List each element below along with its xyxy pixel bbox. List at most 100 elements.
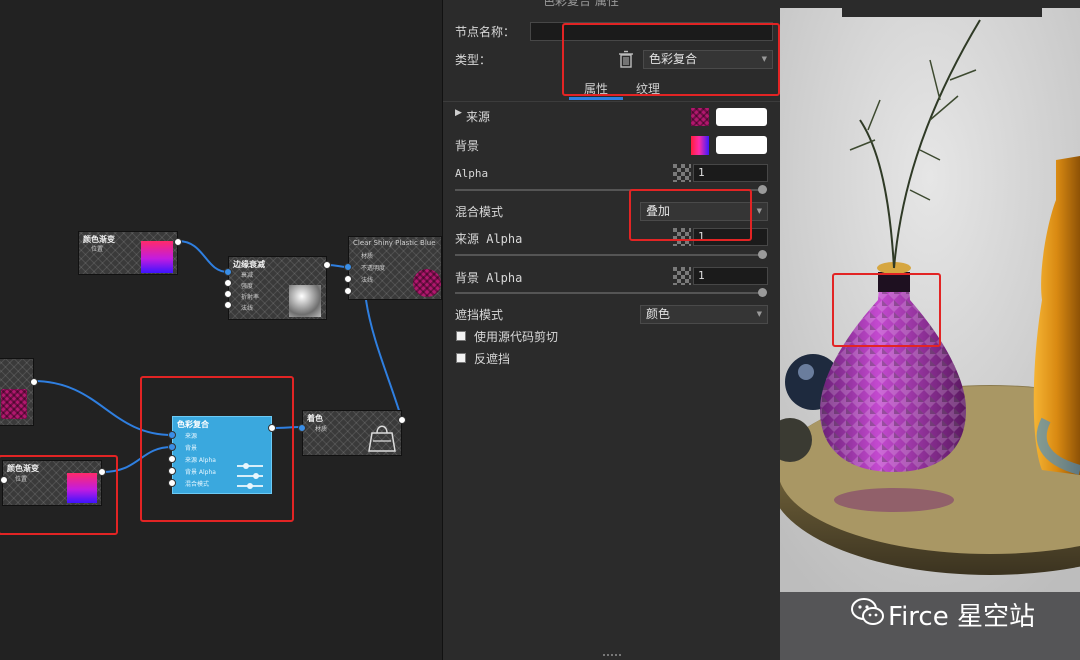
source-alpha-slider-handle[interactable]: [758, 250, 767, 259]
node-name-label: 节点名称：: [455, 25, 516, 39]
trash-icon[interactable]: [617, 50, 635, 68]
mask-mode-value: 颜色: [646, 307, 671, 321]
source-color-swatch[interactable]: [716, 108, 767, 126]
node-port-label: 背景: [185, 445, 198, 452]
node-port-label: 材质: [315, 426, 328, 433]
input-port[interactable]: [344, 263, 352, 271]
mask-mode-dropdown[interactable]: 颜色 ▼: [640, 305, 768, 324]
source-alpha-text: 来源 Alpha: [455, 232, 523, 246]
invert-mask-checkbox[interactable]: [456, 353, 466, 363]
expand-triangle-icon[interactable]: ▶: [455, 108, 462, 118]
tab-properties[interactable]: 属性: [584, 80, 608, 97]
invert-mask-label: 反遮挡: [474, 352, 511, 366]
input-port[interactable]: [344, 287, 352, 295]
bg-alpha-input[interactable]: 1: [693, 267, 768, 285]
alpha-slider-track[interactable]: [455, 189, 765, 191]
slider-knob: [247, 483, 253, 489]
color-blend-node[interactable]: 色彩复合 来源 背景 来源 Alpha 背景 Alpha 混合模式: [172, 416, 272, 494]
node-title: 着色: [307, 414, 323, 423]
gradient-preview: [67, 473, 97, 503]
node-port-label: 折射率: [241, 294, 260, 301]
material-node[interactable]: Clear Shiny Plastic Blue 材质 不透明度 法线: [348, 236, 442, 300]
input-port[interactable]: [168, 455, 176, 463]
resize-grip-icon[interactable]: [603, 654, 621, 659]
gradient-preview: [141, 241, 173, 273]
source-alpha-input[interactable]: 1: [693, 228, 768, 246]
sliders-icon: [237, 475, 263, 477]
source-label: 来源: [466, 110, 491, 124]
node-port-label: 位置: [15, 476, 28, 483]
node-port-label: 材质: [361, 253, 374, 260]
connection-gradient-to-blend-background: [101, 446, 173, 473]
node-title: 颜色渐变: [7, 464, 39, 473]
bg-alpha-slider-track[interactable]: [455, 292, 765, 294]
output-port[interactable]: [268, 424, 276, 432]
node-port-label: 背景 Alpha: [185, 469, 216, 476]
input-port[interactable]: [168, 467, 176, 475]
input-port[interactable]: [224, 268, 232, 276]
texture-preview: [1, 389, 27, 419]
chevron-down-icon: ▼: [761, 55, 767, 63]
divider: [443, 101, 781, 102]
input-port[interactable]: [224, 279, 232, 287]
node-graph-editor[interactable]: 颜色渐变 位置 边缘衰减 衰减 强度 折射率 法线 Clear Shiny Pl…: [0, 0, 442, 660]
node-port-label: 来源 Alpha: [185, 457, 216, 464]
slider-knob: [243, 463, 249, 469]
source-alpha-slider-track[interactable]: [455, 254, 765, 256]
texture-node[interactable]: [0, 358, 34, 426]
color-gradient-node[interactable]: 颜色渐变 位置: [78, 231, 178, 275]
background-color-swatch[interactable]: [716, 136, 767, 154]
alpha-input[interactable]: 1: [693, 164, 768, 182]
node-port-label: 不透明度: [361, 265, 386, 272]
connection-output-to-material: [365, 299, 403, 421]
connection-texture-to-blend-source: [32, 380, 173, 436]
blend-mode-dropdown[interactable]: 叠加 ▼: [640, 202, 768, 221]
type-label: 类型：: [455, 53, 492, 67]
sliders-icon: [237, 465, 263, 467]
alpha-slider-handle[interactable]: [758, 185, 767, 194]
output-port[interactable]: [174, 238, 182, 246]
source-alpha-texture-thumb[interactable]: [673, 228, 691, 246]
output-port[interactable]: [398, 416, 406, 424]
color-gradient-node[interactable]: 颜色渐变 位置: [2, 460, 102, 506]
background-gradient-thumb[interactable]: [691, 136, 709, 155]
alpha-label: Alpha: [455, 167, 489, 180]
fresnel-node[interactable]: 边缘衰减 衰减 强度 折射率 法线: [228, 256, 327, 320]
tab-texture[interactable]: 纹理: [636, 80, 660, 97]
output-port[interactable]: [98, 468, 106, 476]
type-dropdown[interactable]: 色彩复合 ▼: [643, 50, 773, 69]
chevron-down-icon: ▼: [756, 310, 762, 318]
node-connections: [32, 240, 403, 473]
input-port[interactable]: [0, 476, 8, 484]
bg-alpha-texture-thumb[interactable]: [673, 267, 691, 285]
properties-panel[interactable]: 色彩复合 属性 节点名称： 类型： 色彩复合 ▼ 属性 纹理 ▶ 来源 背景 A…: [442, 0, 781, 660]
alpha-texture-thumb[interactable]: [673, 164, 691, 182]
node-title: Clear Shiny Plastic Blue: [353, 239, 436, 247]
input-port[interactable]: [168, 479, 176, 487]
input-port[interactable]: [168, 431, 176, 439]
output-port[interactable]: [30, 378, 38, 386]
render-viewport[interactable]: Firce 星空站: [780, 0, 1080, 660]
input-port[interactable]: [344, 275, 352, 283]
shader-output-node[interactable]: 着色 材质: [302, 410, 402, 456]
input-port[interactable]: [224, 301, 232, 309]
input-port[interactable]: [298, 424, 306, 432]
slider-knob: [253, 473, 259, 479]
bg-alpha-slider-handle[interactable]: [758, 288, 767, 297]
fresnel-preview: [289, 285, 321, 317]
source-texture-thumb[interactable]: [691, 108, 709, 126]
node-port-label: 衰减: [241, 272, 254, 279]
input-port[interactable]: [224, 290, 232, 298]
blend-mode-label: 混合模式: [455, 205, 504, 219]
shader-bag-icon: [368, 425, 396, 452]
rendered-scene-image: [780, 0, 1080, 592]
node-port-label: 来源: [185, 433, 198, 440]
use-source-clip-checkbox[interactable]: [456, 331, 466, 341]
material-preview: [413, 269, 441, 297]
use-source-clip-label: 使用源代码剪切: [474, 330, 559, 344]
output-port[interactable]: [323, 261, 331, 269]
node-name-input[interactable]: [530, 22, 773, 41]
source-alpha-label: 来源 Alpha: [455, 230, 522, 247]
input-port[interactable]: [168, 443, 176, 451]
node-port-label: 混合模式: [185, 481, 210, 488]
